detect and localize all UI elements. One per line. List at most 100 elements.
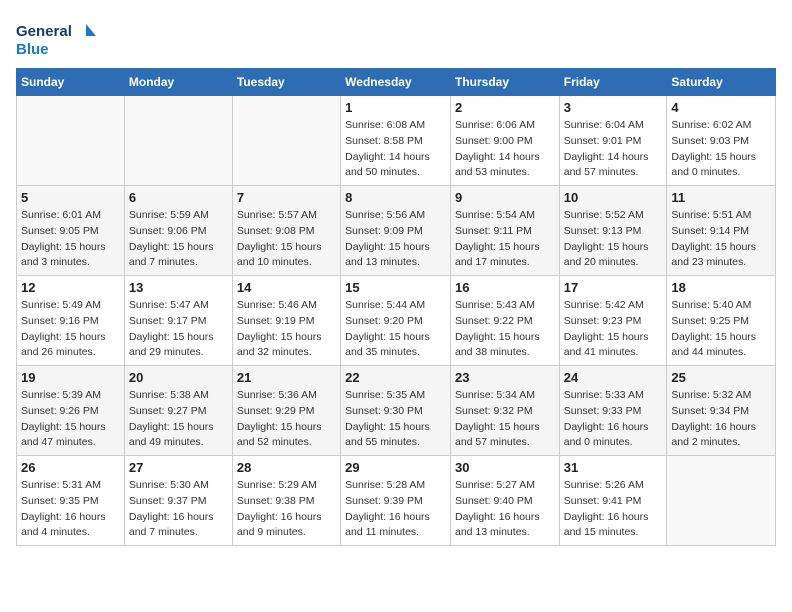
day-number: 2: [455, 100, 555, 115]
calendar-day: [232, 96, 340, 186]
day-number: 12: [21, 280, 120, 295]
day-info: Sunrise: 6:01 AM Sunset: 9:05 PM Dayligh…: [21, 208, 120, 271]
calendar-day: 13 Sunrise: 5:47 AM Sunset: 9:17 PM Dayli…: [124, 276, 232, 366]
day-number: 11: [671, 190, 771, 205]
calendar-day: 7 Sunrise: 5:57 AM Sunset: 9:08 PM Daylig…: [232, 186, 340, 276]
day-info: Sunrise: 5:51 AM Sunset: 9:14 PM Dayligh…: [671, 208, 771, 271]
day-number: 19: [21, 370, 120, 385]
day-number: 26: [21, 460, 120, 475]
day-info: Sunrise: 5:36 AM Sunset: 9:29 PM Dayligh…: [237, 388, 336, 451]
day-number: 25: [671, 370, 771, 385]
day-number: 10: [564, 190, 663, 205]
calendar-day: 17 Sunrise: 5:42 AM Sunset: 9:23 PM Dayli…: [559, 276, 667, 366]
day-info: Sunrise: 5:39 AM Sunset: 9:26 PM Dayligh…: [21, 388, 120, 451]
day-number: 30: [455, 460, 555, 475]
svg-text:General: General: [16, 23, 72, 40]
day-info: Sunrise: 5:27 AM Sunset: 9:40 PM Dayligh…: [455, 478, 555, 541]
day-header-sunday: Sunday: [17, 69, 125, 96]
day-info: Sunrise: 6:06 AM Sunset: 9:00 PM Dayligh…: [455, 118, 555, 181]
day-number: 18: [671, 280, 771, 295]
day-info: Sunrise: 5:28 AM Sunset: 9:39 PM Dayligh…: [345, 478, 446, 541]
day-header-wednesday: Wednesday: [341, 69, 451, 96]
day-info: Sunrise: 5:34 AM Sunset: 9:32 PM Dayligh…: [455, 388, 555, 451]
calendar-week-4: 26 Sunrise: 5:31 AM Sunset: 9:35 PM Dayli…: [17, 456, 776, 546]
calendar-day: [124, 96, 232, 186]
day-number: 1: [345, 100, 446, 115]
calendar-day: 21 Sunrise: 5:36 AM Sunset: 9:29 PM Dayli…: [232, 366, 340, 456]
day-header-thursday: Thursday: [450, 69, 559, 96]
calendar-day: 5 Sunrise: 6:01 AM Sunset: 9:05 PM Daylig…: [17, 186, 125, 276]
calendar-day: 27 Sunrise: 5:30 AM Sunset: 9:37 PM Dayli…: [124, 456, 232, 546]
logo: General Blue: [16, 16, 96, 60]
day-number: 28: [237, 460, 336, 475]
day-number: 6: [129, 190, 228, 205]
day-number: 21: [237, 370, 336, 385]
calendar-day: 19 Sunrise: 5:39 AM Sunset: 9:26 PM Dayli…: [17, 366, 125, 456]
day-info: Sunrise: 5:59 AM Sunset: 9:06 PM Dayligh…: [129, 208, 228, 271]
day-info: Sunrise: 6:04 AM Sunset: 9:01 PM Dayligh…: [564, 118, 663, 181]
day-info: Sunrise: 5:40 AM Sunset: 9:25 PM Dayligh…: [671, 298, 771, 361]
day-info: Sunrise: 5:46 AM Sunset: 9:19 PM Dayligh…: [237, 298, 336, 361]
day-number: 13: [129, 280, 228, 295]
calendar-day: 11 Sunrise: 5:51 AM Sunset: 9:14 PM Dayli…: [667, 186, 776, 276]
day-info: Sunrise: 5:26 AM Sunset: 9:41 PM Dayligh…: [564, 478, 663, 541]
calendar-day: 26 Sunrise: 5:31 AM Sunset: 9:35 PM Dayli…: [17, 456, 125, 546]
day-number: 3: [564, 100, 663, 115]
day-number: 4: [671, 100, 771, 115]
day-number: 29: [345, 460, 446, 475]
calendar-day: 4 Sunrise: 6:02 AM Sunset: 9:03 PM Daylig…: [667, 96, 776, 186]
day-header-tuesday: Tuesday: [232, 69, 340, 96]
day-info: Sunrise: 5:31 AM Sunset: 9:35 PM Dayligh…: [21, 478, 120, 541]
calendar-day: 20 Sunrise: 5:38 AM Sunset: 9:27 PM Dayli…: [124, 366, 232, 456]
day-number: 24: [564, 370, 663, 385]
day-number: 5: [21, 190, 120, 205]
day-number: 8: [345, 190, 446, 205]
day-number: 22: [345, 370, 446, 385]
calendar-day: 14Sunrise: 5:46 AM Sunset: 9:19 PM Dayli…: [232, 276, 340, 366]
day-number: 27: [129, 460, 228, 475]
svg-text:Blue: Blue: [16, 41, 49, 58]
day-info: Sunrise: 5:49 AM Sunset: 9:16 PM Dayligh…: [21, 298, 120, 361]
calendar-day: 15Sunrise: 5:44 AM Sunset: 9:20 PM Dayli…: [341, 276, 451, 366]
day-info: Sunrise: 5:56 AM Sunset: 9:09 PM Dayligh…: [345, 208, 446, 271]
day-info: Sunrise: 5:35 AM Sunset: 9:30 PM Dayligh…: [345, 388, 446, 451]
calendar-day: 24Sunrise: 5:33 AM Sunset: 9:33 PM Dayli…: [559, 366, 667, 456]
day-info: Sunrise: 5:57 AM Sunset: 9:08 PM Dayligh…: [237, 208, 336, 271]
calendar-day: 30 Sunrise: 5:27 AM Sunset: 9:40 PM Dayli…: [450, 456, 559, 546]
day-header-monday: Monday: [124, 69, 232, 96]
day-number: 15: [345, 280, 446, 295]
calendar-day: 10 Sunrise: 5:52 AM Sunset: 9:13 PM Dayli…: [559, 186, 667, 276]
calendar-table: SundayMondayTuesdayWednesdayThursdayFrid…: [16, 68, 776, 546]
day-header-saturday: Saturday: [667, 69, 776, 96]
day-info: Sunrise: 6:02 AM Sunset: 9:03 PM Dayligh…: [671, 118, 771, 181]
calendar-day: [17, 96, 125, 186]
day-info: Sunrise: 5:43 AM Sunset: 9:22 PM Dayligh…: [455, 298, 555, 361]
calendar-header-row: SundayMondayTuesdayWednesdayThursdayFrid…: [17, 69, 776, 96]
day-number: 20: [129, 370, 228, 385]
calendar-day: 3 Sunrise: 6:04 AM Sunset: 9:01 PM Daylig…: [559, 96, 667, 186]
day-info: Sunrise: 5:52 AM Sunset: 9:13 PM Dayligh…: [564, 208, 663, 271]
calendar-week-3: 19 Sunrise: 5:39 AM Sunset: 9:26 PM Dayli…: [17, 366, 776, 456]
calendar-week-2: 12 Sunrise: 5:49 AM Sunset: 9:16 PM Dayli…: [17, 276, 776, 366]
day-info: Sunrise: 5:38 AM Sunset: 9:27 PM Dayligh…: [129, 388, 228, 451]
day-info: Sunrise: 5:29 AM Sunset: 9:38 PM Dayligh…: [237, 478, 336, 541]
day-info: Sunrise: 5:47 AM Sunset: 9:17 PM Dayligh…: [129, 298, 228, 361]
day-info: Sunrise: 5:30 AM Sunset: 9:37 PM Dayligh…: [129, 478, 228, 541]
calendar-day: 2 Sunrise: 6:06 AM Sunset: 9:00 PM Daylig…: [450, 96, 559, 186]
calendar-day: 1Sunrise: 6:08 AM Sunset: 8:58 PM Daylig…: [341, 96, 451, 186]
calendar-week-1: 5 Sunrise: 6:01 AM Sunset: 9:05 PM Daylig…: [17, 186, 776, 276]
calendar-day: 6 Sunrise: 5:59 AM Sunset: 9:06 PM Daylig…: [124, 186, 232, 276]
day-number: 17: [564, 280, 663, 295]
day-info: Sunrise: 5:42 AM Sunset: 9:23 PM Dayligh…: [564, 298, 663, 361]
calendar-day: 23Sunrise: 5:34 AM Sunset: 9:32 PM Dayli…: [450, 366, 559, 456]
calendar-day: 25Sunrise: 5:32 AM Sunset: 9:34 PM Dayli…: [667, 366, 776, 456]
calendar-day: 29 Sunrise: 5:28 AM Sunset: 9:39 PM Dayli…: [341, 456, 451, 546]
logo-svg: General Blue: [16, 16, 96, 60]
page-header: General Blue: [16, 16, 776, 60]
calendar-day: 12 Sunrise: 5:49 AM Sunset: 9:16 PM Dayli…: [17, 276, 125, 366]
day-header-friday: Friday: [559, 69, 667, 96]
day-number: 9: [455, 190, 555, 205]
day-number: 7: [237, 190, 336, 205]
day-info: Sunrise: 5:54 AM Sunset: 9:11 PM Dayligh…: [455, 208, 555, 271]
calendar-week-0: 1Sunrise: 6:08 AM Sunset: 8:58 PM Daylig…: [17, 96, 776, 186]
